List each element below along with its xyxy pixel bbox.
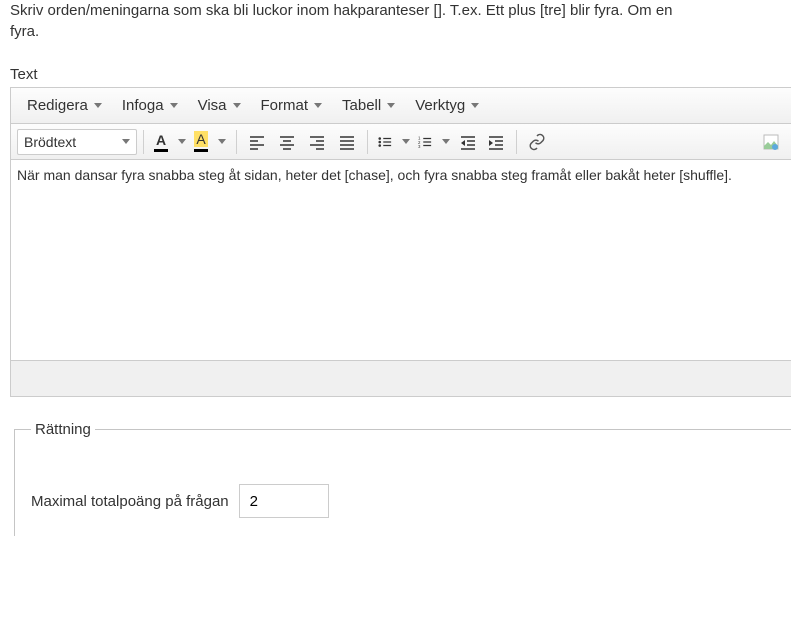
outdent-button[interactable] xyxy=(454,129,482,155)
background-color-icon: A xyxy=(190,131,212,152)
alignment-group xyxy=(243,129,361,155)
numbered-list-dropdown[interactable] xyxy=(436,139,454,144)
bullet-list-dropdown[interactable] xyxy=(396,139,414,144)
align-left-icon xyxy=(249,134,265,150)
menu-view-label: Visa xyxy=(198,97,227,114)
block-format-select[interactable]: Brödtext xyxy=(17,129,137,155)
outdent-icon xyxy=(460,134,476,150)
toolbar-separator xyxy=(143,130,144,154)
editor-menubar: Redigera Infoga Visa Format Tabell Verkt… xyxy=(11,88,791,124)
menu-tools[interactable]: Verktyg xyxy=(405,91,489,120)
caret-icon xyxy=(402,139,410,144)
text-field-label: Text xyxy=(0,46,791,87)
caret-icon xyxy=(387,103,395,108)
instructions-text: Skriv orden/meningarna som ska bli lucko… xyxy=(0,0,791,46)
block-format-value: Brödtext xyxy=(24,134,76,150)
caret-icon xyxy=(233,103,241,108)
menu-edit[interactable]: Redigera xyxy=(17,91,112,120)
editor-status-bar xyxy=(11,360,791,396)
editor-toolbar: Brödtext A A xyxy=(11,124,791,160)
background-color-button[interactable]: A xyxy=(190,129,230,155)
menu-insert-label: Infoga xyxy=(122,97,164,114)
toolbar-separator xyxy=(516,130,517,154)
align-center-icon xyxy=(279,134,295,150)
insert-link-button[interactable] xyxy=(523,129,551,155)
align-right-button[interactable] xyxy=(303,129,331,155)
text-color-button[interactable]: A xyxy=(150,129,190,155)
menu-format[interactable]: Format xyxy=(251,91,333,120)
menu-table-label: Tabell xyxy=(342,97,381,114)
max-score-row: Maximal totalpoäng på frågan xyxy=(31,484,775,518)
editor-content-area[interactable]: När man dansar fyra snabba steg åt sidan… xyxy=(11,160,791,360)
editor-content-text: När man dansar fyra snabba steg åt sidan… xyxy=(17,167,732,183)
rich-text-editor: Redigera Infoga Visa Format Tabell Verkt… xyxy=(10,87,791,397)
menu-view[interactable]: Visa xyxy=(188,91,251,120)
grading-legend: Rättning xyxy=(31,421,95,438)
caret-icon xyxy=(122,139,130,144)
caret-icon xyxy=(471,103,479,108)
caret-icon xyxy=(218,139,226,144)
grading-fieldset: Rättning Maximal totalpoäng på frågan xyxy=(14,421,791,536)
bullet-list-icon xyxy=(374,134,396,150)
link-icon xyxy=(528,133,546,151)
menu-format-label: Format xyxy=(261,97,309,114)
caret-icon xyxy=(442,139,450,144)
menu-edit-label: Redigera xyxy=(27,97,88,114)
toolbar-separator xyxy=(236,130,237,154)
toolbar-separator xyxy=(367,130,368,154)
align-justify-button[interactable] xyxy=(333,129,361,155)
menu-insert[interactable]: Infoga xyxy=(112,91,188,120)
instructions-line2: fyra. xyxy=(10,23,39,40)
bullet-list-button[interactable] xyxy=(374,129,414,155)
svg-text:3: 3 xyxy=(418,144,421,149)
max-score-label: Maximal totalpoäng på frågan xyxy=(31,493,229,510)
caret-icon xyxy=(178,139,186,144)
instructions-line1: Skriv orden/meningarna som ska bli lucko… xyxy=(10,2,673,19)
insert-image-button[interactable] xyxy=(757,129,785,155)
indent-icon xyxy=(488,134,504,150)
indent-button[interactable] xyxy=(482,129,510,155)
caret-icon xyxy=(170,103,178,108)
align-center-button[interactable] xyxy=(273,129,301,155)
image-icon xyxy=(763,134,779,150)
align-justify-icon xyxy=(339,134,355,150)
max-score-input[interactable] xyxy=(239,484,329,518)
numbered-list-button[interactable]: 123 xyxy=(414,129,454,155)
text-color-icon: A xyxy=(150,132,172,152)
align-left-button[interactable] xyxy=(243,129,271,155)
menu-tools-label: Verktyg xyxy=(415,97,465,114)
numbered-list-icon: 123 xyxy=(414,134,436,150)
caret-icon xyxy=(314,103,322,108)
caret-icon xyxy=(94,103,102,108)
align-right-icon xyxy=(309,134,325,150)
menu-table[interactable]: Tabell xyxy=(332,91,405,120)
text-color-dropdown[interactable] xyxy=(172,139,190,144)
background-color-dropdown[interactable] xyxy=(212,139,230,144)
